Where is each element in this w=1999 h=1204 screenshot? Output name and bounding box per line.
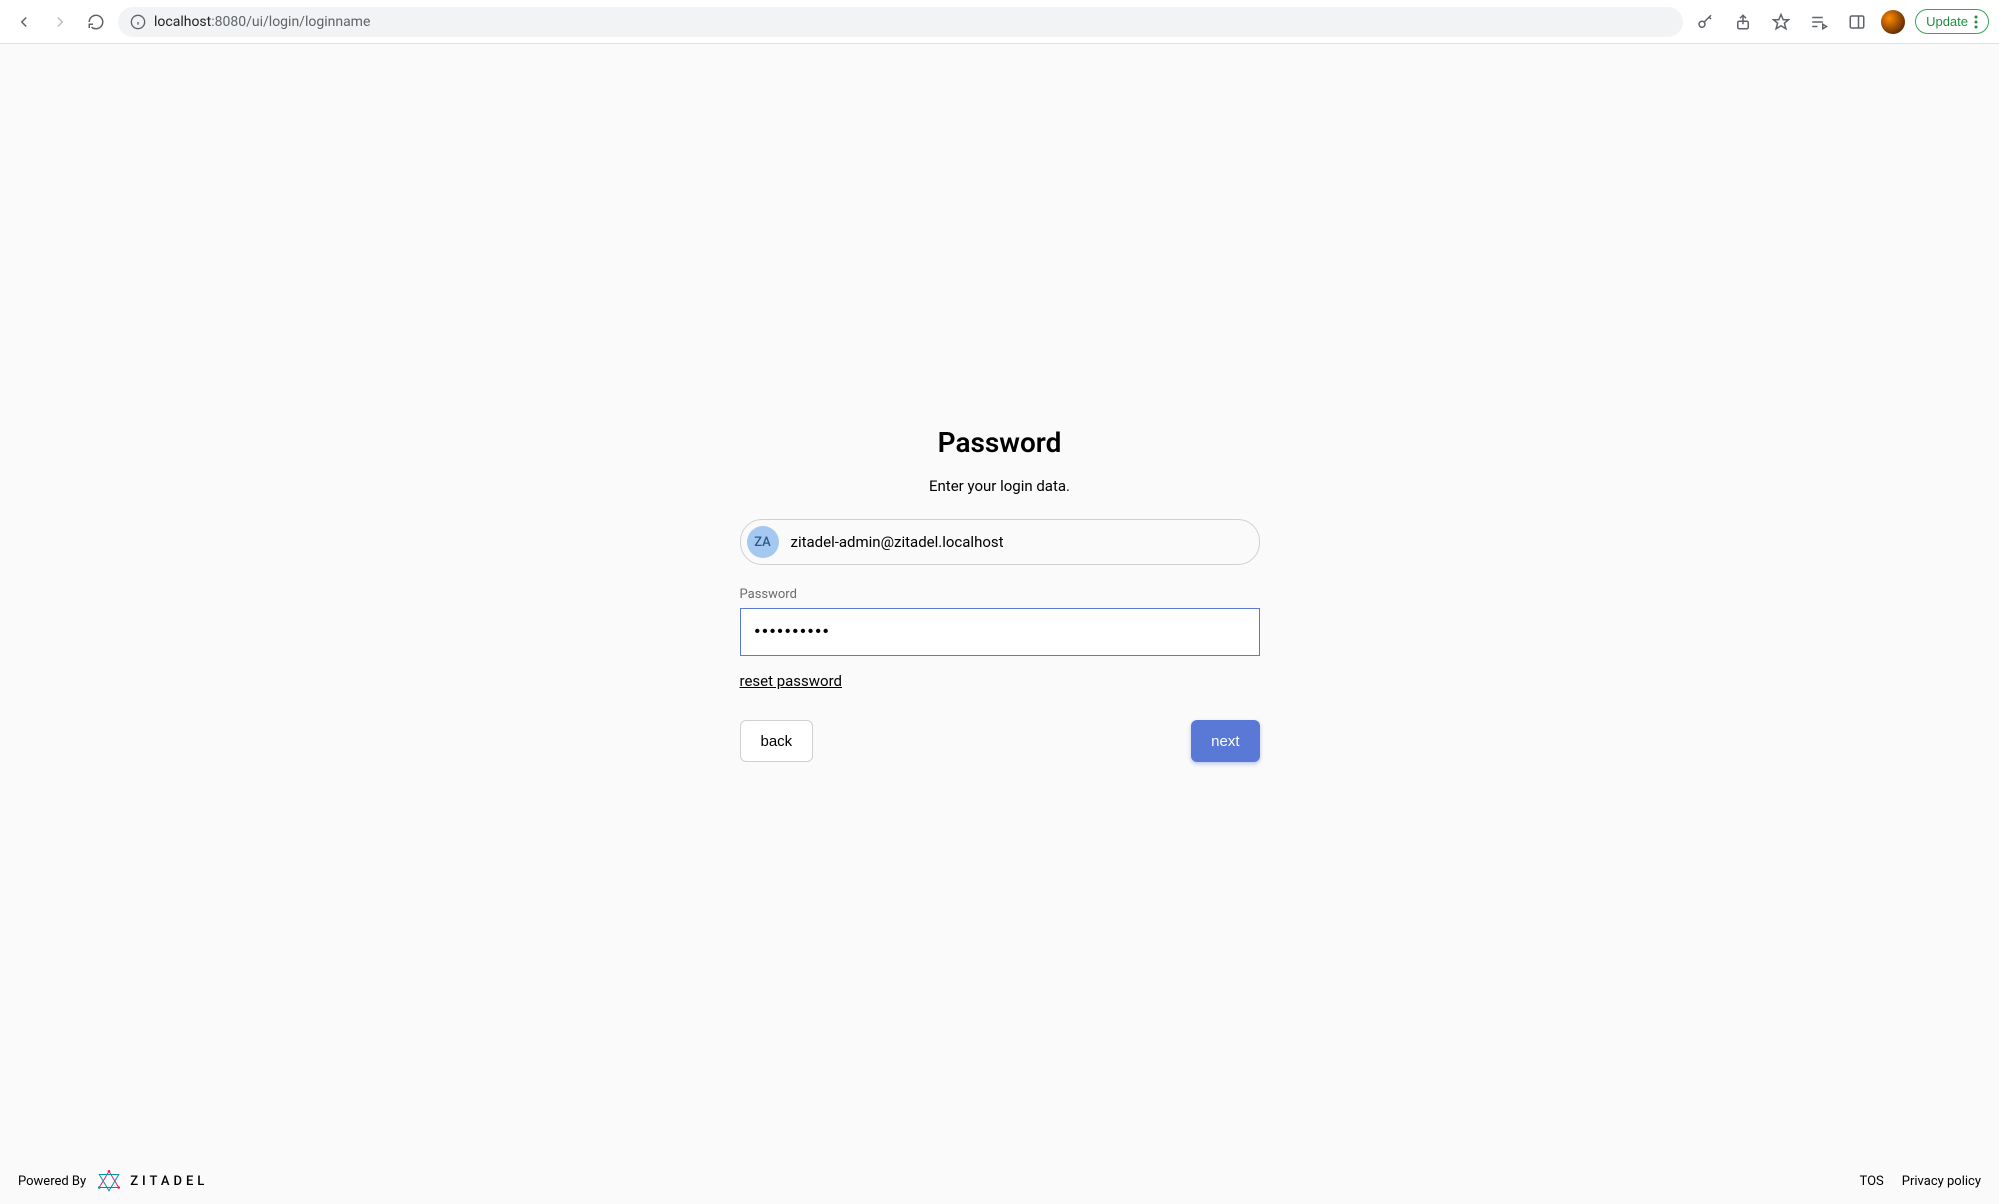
panel-icon: [1848, 13, 1866, 31]
star-icon: [1772, 13, 1790, 31]
footer: Powered By ZITADEL TOS Privacy policy: [0, 1158, 1999, 1204]
zitadel-wordmark: ZITADEL: [130, 1174, 208, 1189]
privacy-link[interactable]: Privacy policy: [1902, 1174, 1981, 1189]
info-icon: [130, 14, 146, 30]
reload-icon: [87, 13, 105, 31]
address-bar[interactable]: localhost:8080/ui/login/loginname: [118, 7, 1683, 37]
footer-links: TOS Privacy policy: [1860, 1174, 1981, 1189]
chrome-actions: Update: [1691, 8, 1989, 36]
next-button[interactable]: next: [1191, 720, 1259, 762]
user-email: zitadel-admin@zitadel.localhost: [791, 533, 1004, 551]
forward-nav-button[interactable]: [46, 8, 74, 36]
update-button[interactable]: Update: [1915, 9, 1989, 34]
share-icon: [1734, 13, 1752, 31]
powered-by: Powered By ZITADEL: [18, 1168, 208, 1194]
key-icon: [1696, 13, 1714, 31]
reset-password-link[interactable]: reset password: [740, 672, 1260, 690]
playlist-button[interactable]: [1805, 8, 1833, 36]
arrow-left-icon: [15, 13, 33, 31]
url-text: localhost:8080/ui/login/loginname: [154, 14, 370, 30]
tos-link[interactable]: TOS: [1860, 1174, 1884, 1189]
browser-toolbar: localhost:8080/ui/login/loginname Update: [0, 0, 1999, 44]
page-subtitle: Enter your login data.: [740, 477, 1260, 495]
share-button[interactable]: [1729, 8, 1757, 36]
panel-button[interactable]: [1843, 8, 1871, 36]
password-label: Password: [740, 587, 1260, 602]
reload-button[interactable]: [82, 8, 110, 36]
page-content: Password Enter your login data. ZA zitad…: [0, 44, 1999, 1204]
user-chip[interactable]: ZA zitadel-admin@zitadel.localhost: [740, 519, 1260, 565]
zitadel-logo[interactable]: ZITADEL: [96, 1168, 208, 1194]
update-label: Update: [1926, 14, 1968, 29]
kebab-icon: [1974, 15, 1978, 29]
arrow-right-icon: [51, 13, 69, 31]
password-key-icon[interactable]: [1691, 8, 1719, 36]
back-button[interactable]: back: [740, 720, 814, 762]
profile-avatar[interactable]: [1881, 10, 1905, 34]
back-nav-button[interactable]: [10, 8, 38, 36]
url-host: localhost: [154, 14, 211, 30]
user-initials-avatar: ZA: [747, 526, 779, 558]
button-row: back next: [740, 720, 1260, 762]
bookmark-button[interactable]: [1767, 8, 1795, 36]
powered-by-label: Powered By: [18, 1174, 86, 1189]
password-input[interactable]: [740, 608, 1260, 656]
page-title: Password: [740, 426, 1260, 459]
login-card: Password Enter your login data. ZA zitad…: [740, 426, 1260, 762]
zitadel-mark-icon: [96, 1168, 122, 1194]
playlist-icon: [1810, 13, 1828, 31]
url-path: :8080/ui/login/loginname: [211, 14, 370, 30]
